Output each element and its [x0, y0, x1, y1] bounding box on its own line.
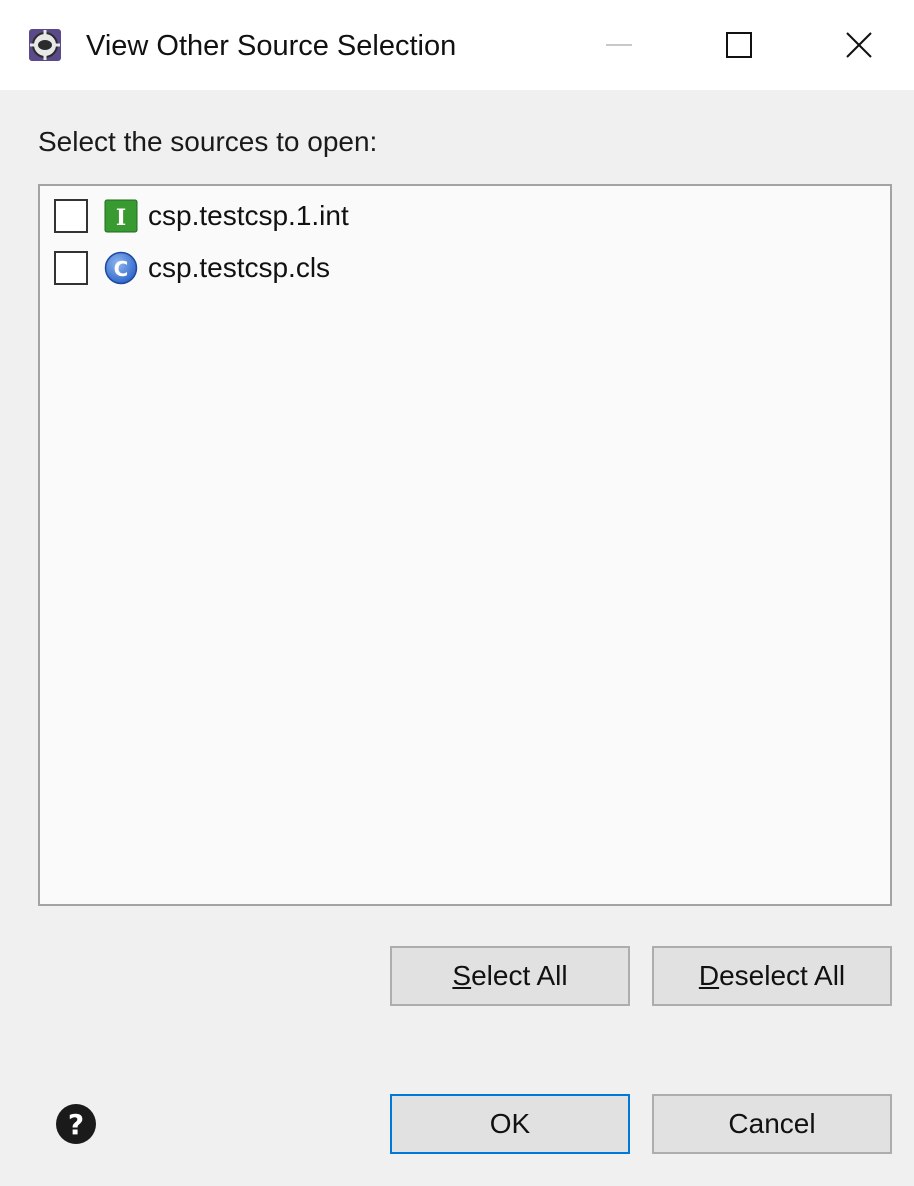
- svg-text:C: C: [114, 257, 129, 281]
- deselect-all-mnemonic: D: [698, 960, 720, 991]
- prompt-label: Select the sources to open:: [38, 126, 378, 157]
- source-list[interactable]: I csp.testcsp.1.int C csp.testcsp.cls: [38, 184, 892, 906]
- close-button[interactable]: [804, 0, 914, 90]
- maximize-button[interactable]: [684, 0, 794, 90]
- list-item[interactable]: C csp.testcsp.cls: [54, 246, 330, 290]
- minimize-button[interactable]: [564, 0, 674, 90]
- ok-button[interactable]: OK: [390, 1094, 630, 1154]
- help-icon[interactable]: ?: [54, 1102, 98, 1146]
- maximize-icon: [726, 32, 752, 58]
- select-all-mnemonic: S: [452, 960, 472, 991]
- cancel-button[interactable]: Cancel: [652, 1094, 892, 1154]
- class-file-icon: C: [104, 251, 138, 285]
- list-item[interactable]: I csp.testcsp.1.int: [54, 194, 349, 238]
- minimize-icon: [606, 44, 632, 46]
- select-all-button[interactable]: Select All: [390, 946, 630, 1006]
- item-label: csp.testcsp.cls: [148, 252, 331, 283]
- include-file-icon: I: [104, 199, 138, 233]
- item-label: csp.testcsp.1.int: [148, 200, 349, 231]
- select-all-label: elect All: [471, 960, 568, 991]
- deselect-all-label: eselect All: [719, 960, 846, 991]
- title-bar[interactable]: View Other Source Selection: [0, 0, 914, 90]
- deselect-all-button[interactable]: Deselect All: [652, 946, 892, 1006]
- eclipse-gear-icon: [29, 29, 61, 61]
- svg-text:?: ?: [68, 1108, 84, 1141]
- item-checkbox[interactable]: [54, 251, 88, 285]
- window-title: View Other Source Selection: [86, 30, 457, 62]
- close-icon: [846, 32, 872, 58]
- item-checkbox[interactable]: [54, 199, 88, 233]
- svg-text:I: I: [116, 205, 126, 231]
